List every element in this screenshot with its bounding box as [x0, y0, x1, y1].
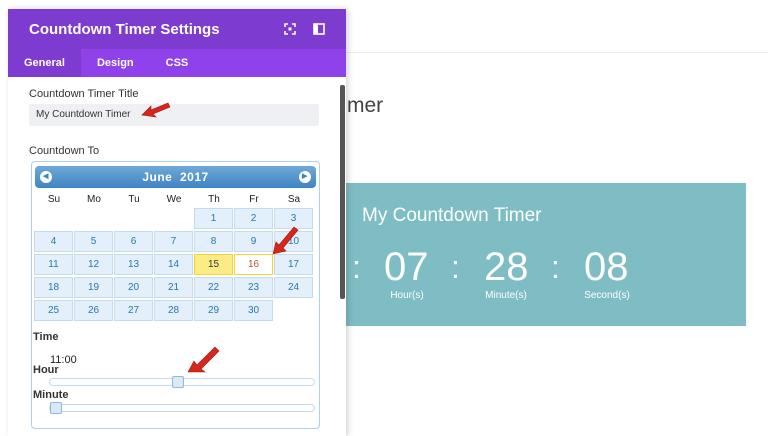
calendar-day[interactable]: 24 — [274, 277, 313, 298]
calendar-day[interactable]: 21 — [154, 277, 193, 298]
hour-slider[interactable] — [49, 376, 315, 388]
expand-icon[interactable] — [282, 21, 298, 37]
calendar-header: June 2017 ◀ ▶ — [35, 166, 316, 188]
hours-value: 07 — [384, 245, 429, 289]
calendar-day[interactable]: 1 — [194, 208, 233, 229]
hour-label: Hour — [33, 364, 59, 376]
calendar-day[interactable]: 23 — [234, 277, 273, 298]
arrow-annotation-icon — [187, 346, 220, 373]
weekday-header: Tu — [128, 194, 140, 205]
calendar-day[interactable]: 27 — [114, 300, 153, 321]
title-field-label: Countdown Timer Title — [29, 88, 139, 100]
calendar-day[interactable]: 22 — [194, 277, 233, 298]
tab-general[interactable]: General — [8, 49, 81, 77]
calendar-day[interactable]: 12 — [74, 254, 113, 275]
seconds-label: Second(s) — [584, 290, 630, 301]
calendar-day[interactable]: 19 — [74, 277, 113, 298]
calendar-day[interactable]: 7 — [154, 231, 193, 252]
countdown-to-label: Countdown To — [29, 145, 100, 157]
panel-title: Countdown Timer Settings — [29, 20, 220, 38]
page-title-fragment: mer — [347, 94, 384, 117]
calendar-day[interactable]: 28 — [154, 300, 193, 321]
weekday-header: Su — [47, 194, 61, 205]
weekday-header: Sa — [287, 194, 301, 205]
calendar-day[interactable]: 5 — [74, 231, 113, 252]
calendar-day[interactable]: 6 — [114, 231, 153, 252]
title-input[interactable]: My Countdown Timer — [29, 104, 319, 126]
weekday-header: Th — [208, 194, 220, 205]
arrow-annotation-icon — [272, 226, 299, 255]
calendar-day[interactable]: 14 — [154, 254, 193, 275]
hour-slider-handle[interactable] — [172, 376, 184, 388]
calendar-day[interactable]: 29 — [194, 300, 233, 321]
next-month-icon[interactable]: ▶ — [299, 171, 311, 183]
weekday-header: We — [166, 194, 182, 205]
arrow-annotation-icon — [141, 102, 171, 118]
calendar-day[interactable]: 11 — [34, 254, 73, 275]
minutes-label: Minute(s) — [485, 290, 527, 301]
tab-design[interactable]: Design — [81, 49, 150, 77]
calendar-day[interactable]: 25 — [34, 300, 73, 321]
time-label: Time — [33, 331, 59, 343]
tab-css[interactable]: CSS — [150, 49, 205, 77]
calendar-month-year: June 2017 — [142, 170, 209, 184]
minute-label: Minute — [33, 389, 69, 401]
sidebar-icon[interactable] — [311, 21, 327, 37]
calendar-day[interactable]: 8 — [194, 231, 233, 252]
minute-slider[interactable] — [49, 402, 315, 414]
seconds-value: 08 — [584, 245, 629, 289]
prev-month-icon[interactable]: ◀ — [40, 171, 52, 183]
countdown-preview: My Countdown Timer : 07 Hour(s) : 28 Min… — [346, 183, 746, 326]
panel-header: Countdown Timer Settings — [8, 9, 346, 49]
calendar-day[interactable]: 13 — [114, 254, 153, 275]
calendar-day[interactable]: 30 — [234, 300, 273, 321]
minutes-value: 28 — [484, 245, 529, 289]
hours-label: Hour(s) — [390, 290, 424, 301]
tab-bar: General Design CSS — [8, 49, 346, 77]
weekday-header: Mo — [87, 194, 101, 205]
preview-title: My Countdown Timer — [362, 205, 542, 226]
calendar-day[interactable]: 4 — [34, 231, 73, 252]
panel-scrollbar[interactable] — [340, 85, 345, 299]
calendar-day[interactable]: 18 — [34, 277, 73, 298]
colon-separator: : — [551, 249, 560, 285]
calendar-day[interactable]: 20 — [114, 277, 153, 298]
colon-separator: : — [352, 249, 361, 285]
weekday-header: Fr — [249, 194, 259, 205]
colon-separator: : — [451, 249, 460, 285]
page-divider — [346, 52, 768, 53]
calendar-day[interactable]: 26 — [74, 300, 113, 321]
date-picker: June 2017 ◀ ▶ Su Mo Tu We Th Fr Sa 1 2 3 4 5 6 7 8 9 10… — [31, 161, 320, 429]
minute-slider-handle[interactable] — [50, 402, 62, 414]
calendar-day[interactable]: 15 — [194, 254, 233, 275]
